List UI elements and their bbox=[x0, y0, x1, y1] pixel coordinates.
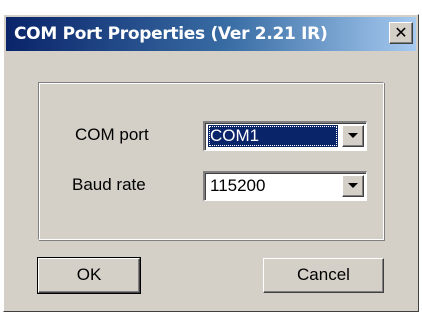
baud-rate-label: Baud rate bbox=[72, 175, 146, 194]
com-port-value: COM1 bbox=[208, 125, 338, 147]
com-port-label: COM port bbox=[75, 125, 149, 144]
chevron-down-icon bbox=[348, 183, 358, 188]
ok-button[interactable]: OK bbox=[37, 257, 141, 294]
baud-rate-value: 115200 bbox=[210, 176, 266, 195]
baud-rate-select[interactable]: 115200 bbox=[203, 171, 367, 201]
com-port-properties-dialog: COM Port Properties (Ver 2.21 IR) ✕ COM … bbox=[3, 14, 419, 312]
window-title: COM Port Properties (Ver 2.21 IR) bbox=[14, 24, 328, 44]
chevron-down-icon bbox=[348, 133, 358, 138]
com-port-select[interactable]: COM1 bbox=[203, 121, 367, 151]
cancel-button[interactable]: Cancel bbox=[263, 258, 384, 293]
com-port-dropdown-button[interactable] bbox=[342, 125, 364, 147]
baud-rate-dropdown-button[interactable] bbox=[342, 175, 364, 197]
title-bar[interactable]: COM Port Properties (Ver 2.21 IR) ✕ bbox=[6, 17, 416, 51]
port-settings-group bbox=[38, 82, 384, 240]
close-button[interactable]: ✕ bbox=[389, 22, 413, 44]
close-icon: ✕ bbox=[394, 23, 408, 42]
